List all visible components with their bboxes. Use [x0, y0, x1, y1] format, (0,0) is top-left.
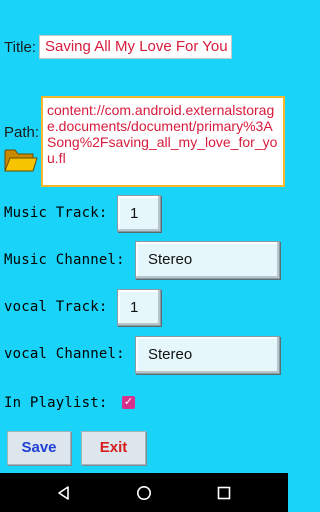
path-label: Path:: [4, 124, 40, 141]
vocal-track-spinner[interactable]: 1: [117, 289, 161, 326]
home-icon[interactable]: [136, 485, 152, 501]
music-track-spinner[interactable]: 1: [117, 195, 161, 232]
vocal-track-label: vocal Track:: [4, 299, 108, 315]
save-button[interactable]: Save: [7, 431, 71, 465]
navigation-bar: [0, 473, 288, 512]
title-input[interactable]: Saving All My Love For You: [39, 35, 232, 59]
music-channel-label: Music Channel:: [4, 252, 125, 268]
folder-icon[interactable]: [4, 146, 38, 174]
playlist-label: In Playlist:: [4, 395, 108, 411]
title-label: Title:: [4, 39, 36, 56]
vocal-channel-select[interactable]: Stereo: [135, 336, 280, 374]
vocal-channel-label: vocal Channel:: [4, 346, 125, 362]
playlist-checkbox[interactable]: ✓: [122, 396, 135, 409]
recents-icon[interactable]: [216, 485, 232, 501]
path-text: content://com.android.externalstorage.do…: [47, 102, 278, 166]
exit-button[interactable]: Exit: [81, 431, 146, 465]
music-track-label: Music Track:: [4, 205, 108, 221]
back-icon[interactable]: [56, 485, 72, 501]
path-input[interactable]: content://com.android.externalstorage.do…: [41, 96, 285, 187]
music-channel-select[interactable]: Stereo: [135, 241, 280, 279]
